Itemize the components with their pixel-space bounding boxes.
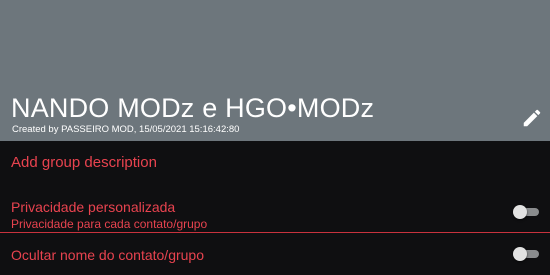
edit-group-button[interactable] [521,107,543,129]
group-header: NANDO MODz e HGO•MODz Created by PASSEIR… [0,0,550,141]
pencil-icon [523,109,541,127]
add-group-description-link[interactable]: Add group description [11,154,157,171]
setting-title: Privacidade personalizada [11,199,176,215]
group-title: NANDO MODz e HGO•MODz [11,93,375,123]
group-created-by: Created by PASSEIRO MOD, 15/05/2021 15:1… [12,124,240,135]
toggle-thumb [513,205,527,219]
toggle-thumb [513,247,527,261]
setting-title: Ocultar nome do contato/grupo [11,247,205,263]
custom-privacy-toggle[interactable] [513,205,539,219]
hide-contact-name-toggle[interactable] [513,247,539,261]
divider [0,232,550,233]
group-settings: Add group description Privacidade person… [0,141,550,275]
setting-subtitle: Privacidade para cada contato/grupo [11,217,208,231]
